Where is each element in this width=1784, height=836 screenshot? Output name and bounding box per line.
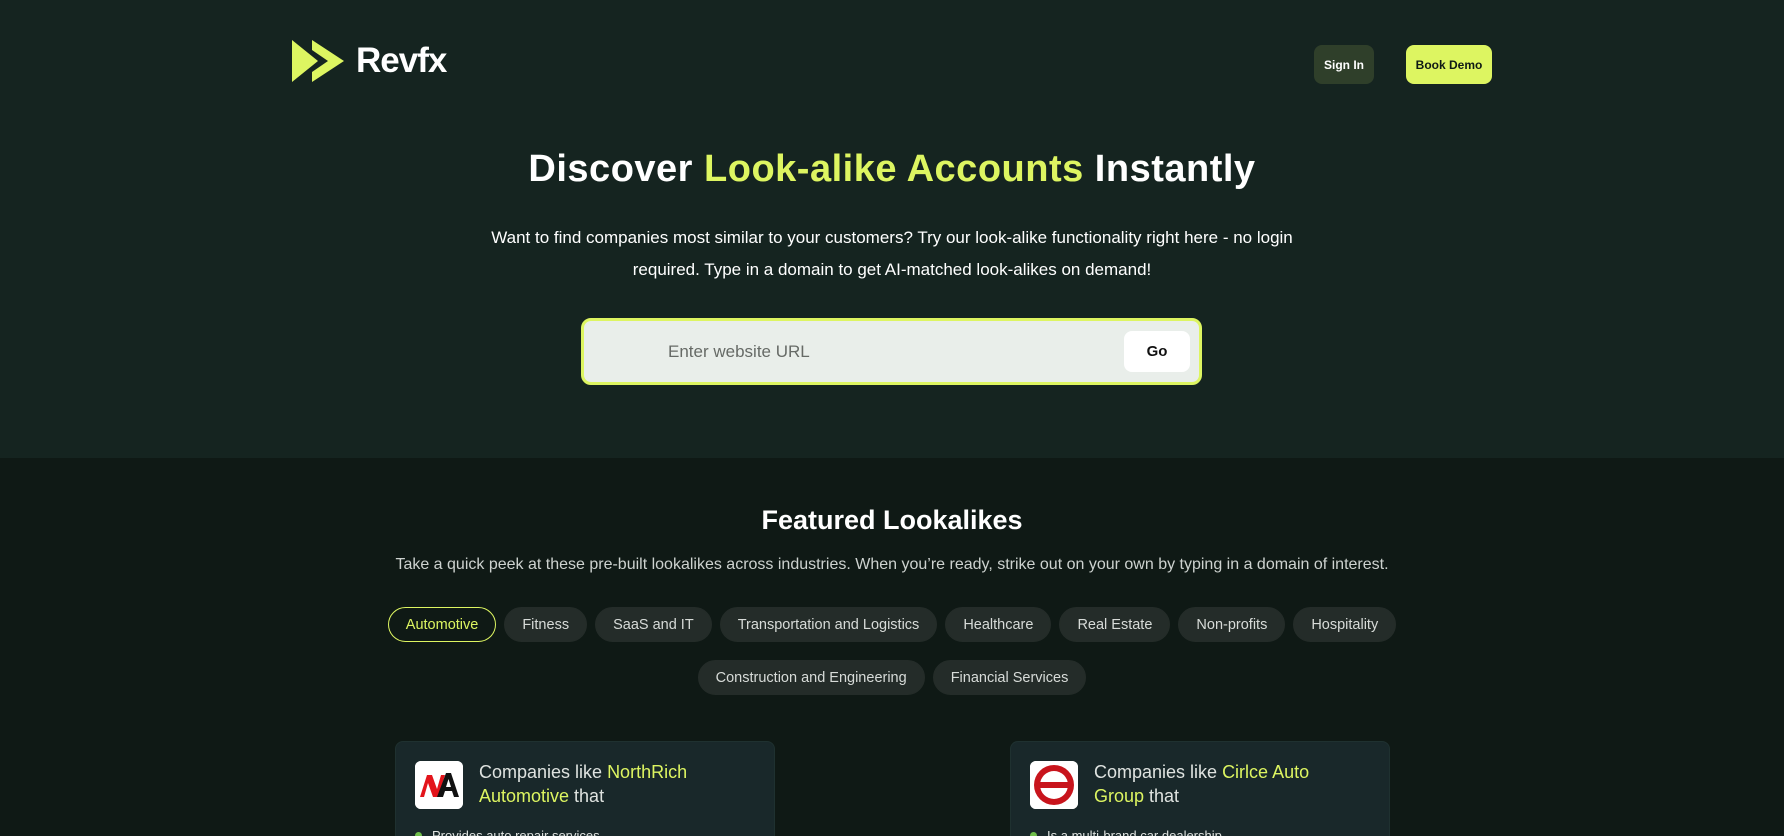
circle-auto-logo-icon	[1030, 761, 1078, 809]
hero-title-pre: Discover	[528, 148, 705, 190]
category-chip-healthcare[interactable]: Healthcare	[945, 607, 1052, 642]
card-title-prefix: Companies like	[479, 762, 608, 782]
category-chips-row-2: Construction and Engineering Financial S…	[0, 660, 1784, 695]
hero-section: Revfx Sign In Book Demo Discover Look-al…	[0, 0, 1784, 458]
lookalike-card-northrich[interactable]: Companies like NorthRich Automotive that…	[395, 741, 775, 836]
card-title: Companies like Cirlce Auto Group that	[1094, 760, 1354, 808]
card-bullet: Is a multi-brand car dealership	[1030, 828, 1222, 836]
featured-subtitle: Take a quick peek at these pre-built loo…	[395, 556, 1389, 573]
category-chip-fitness[interactable]: Fitness	[504, 607, 588, 642]
bullet-dot-icon	[1030, 832, 1037, 836]
bullet-dot-icon	[415, 832, 422, 836]
sign-in-button[interactable]: Sign In	[1314, 45, 1374, 84]
card-bullet-text: Is a multi-brand car dealership	[1047, 828, 1222, 836]
category-chip-financial-services[interactable]: Financial Services	[932, 660, 1087, 695]
url-search-box: Go	[581, 318, 1202, 385]
category-chip-construction[interactable]: Construction and Engineering	[697, 660, 925, 695]
category-chip-automotive[interactable]: Automotive	[387, 607, 497, 642]
category-chip-saas-it[interactable]: SaaS and IT	[595, 607, 712, 642]
website-url-input[interactable]	[668, 335, 1068, 369]
category-chip-hospitality[interactable]: Hospitality	[1293, 607, 1397, 642]
hero-title-post: Instantly	[1083, 148, 1256, 190]
double-chevron-logo-icon	[292, 40, 344, 82]
card-title: Companies like NorthRich Automotive that	[479, 760, 739, 808]
card-title-suffix: that	[569, 786, 605, 806]
featured-title: Featured Lookalikes	[761, 505, 1023, 535]
hero-subtitle: Want to find companies most similar to y…	[491, 228, 1293, 279]
category-chips-row-1: Automotive Fitness SaaS and IT Transport…	[0, 607, 1784, 642]
card-bullet-text: Provides auto repair services	[432, 828, 600, 836]
brand-name: Revfx	[356, 41, 447, 80]
hero-title-highlight: Look-alike Accounts	[704, 148, 1084, 190]
northrich-logo-icon	[415, 761, 463, 809]
lookalike-card-circle-auto[interactable]: Companies like Cirlce Auto Group that Is…	[1010, 741, 1390, 836]
go-button[interactable]: Go	[1124, 331, 1190, 372]
card-bullet: Provides auto repair services	[415, 828, 600, 836]
category-chip-real-estate[interactable]: Real Estate	[1059, 607, 1171, 642]
category-chip-non-profits[interactable]: Non-profits	[1178, 607, 1286, 642]
card-title-prefix: Companies like	[1094, 762, 1223, 782]
book-demo-button[interactable]: Book Demo	[1406, 45, 1492, 84]
brand-logo[interactable]: Revfx	[290, 38, 447, 84]
hero-title: Discover Look-alike Accounts Instantly	[0, 148, 1784, 191]
category-chip-transportation[interactable]: Transportation and Logistics	[719, 607, 938, 642]
card-title-suffix: that	[1144, 786, 1180, 806]
